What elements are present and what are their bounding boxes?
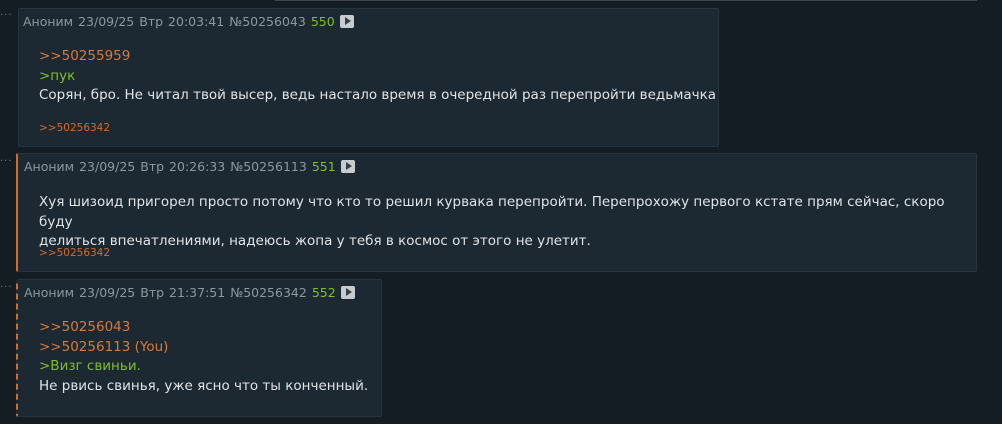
post-replies-link[interactable]: >>50256342 — [39, 247, 110, 259]
reply-link[interactable]: >>50256043 — [39, 318, 368, 338]
post-header: Аноним 23/09/25 Втр 20:26:33 №50256113 5… — [24, 154, 355, 178]
post-body: Хуя шизоид пригорел просто потому что кт… — [39, 193, 976, 252]
greentext-quote: >пук — [39, 67, 76, 84]
post-author: Аноним — [24, 158, 75, 174]
post-550: Аноним 23/09/25 Втр 20:03:41 №50256043 5… — [18, 8, 719, 147]
post-id-link[interactable]: №50256043 — [229, 14, 306, 29]
post-id-link[interactable]: №50256113 — [230, 159, 307, 174]
post-replies-link[interactable]: >>50256342 — [39, 122, 110, 134]
reply-link[interactable]: >>50255959 — [39, 47, 716, 67]
post-body: >>50255959 >пук Сорян, бро. Не читал тво… — [39, 47, 716, 106]
post-time: 21:37:51 — [169, 284, 226, 300]
post-text-line: Сорян, бро. Не читал твой высер, ведь на… — [39, 87, 717, 103]
post-552: Аноним 23/09/25 Втр 21:37:51 №50256342 5… — [16, 279, 382, 417]
post-text-line: Хуя шизоид пригорел просто потому что кт… — [39, 194, 945, 230]
post-date: 23/09/25 — [79, 284, 136, 300]
top-divider — [275, 0, 977, 1]
post-header: Аноним 23/09/25 Втр 21:37:51 №50256342 5… — [24, 280, 355, 304]
post-body: >>50256043 >>50256113 (You) >Визг свиньи… — [39, 318, 368, 396]
post-time: 20:03:41 — [168, 13, 225, 29]
play-arrow-icon[interactable] — [340, 159, 355, 173]
post-weekday: Втр — [140, 158, 165, 174]
post-dots-552: ··· — [0, 282, 13, 293]
post-author: Аноним — [24, 284, 75, 300]
post-index: 552 — [311, 284, 336, 300]
post-text-line: Не рвись свинья, уже ясно что ты конченн… — [39, 377, 369, 394]
post-index: 551 — [311, 158, 336, 174]
post-dots-551: ··· — [0, 156, 13, 167]
post-date: 23/09/25 — [78, 13, 135, 29]
post-index: 550 — [310, 13, 335, 29]
post-time: 20:26:33 — [169, 158, 226, 174]
post-weekday: Втр — [139, 13, 164, 29]
post-id-link[interactable]: №50256342 — [230, 285, 307, 300]
reply-link-you[interactable]: >>50256113 (You) — [39, 338, 368, 358]
post-text-line: делиться впечатлениями, надеюсь жопа у т… — [39, 233, 591, 249]
greentext-quote: >Визг свиньи. — [39, 358, 141, 374]
post-header: Аноним 23/09/25 Втр 20:03:41 №50256043 5… — [23, 9, 354, 33]
post-date: 23/09/25 — [79, 158, 136, 174]
play-arrow-icon[interactable] — [339, 14, 354, 28]
post-551: Аноним 23/09/25 Втр 20:26:33 №50256113 5… — [16, 153, 977, 272]
post-weekday: Втр — [140, 284, 165, 300]
play-arrow-icon[interactable] — [340, 285, 355, 299]
post-author: Аноним — [23, 13, 74, 29]
post-dots-550: ··· — [0, 10, 13, 21]
